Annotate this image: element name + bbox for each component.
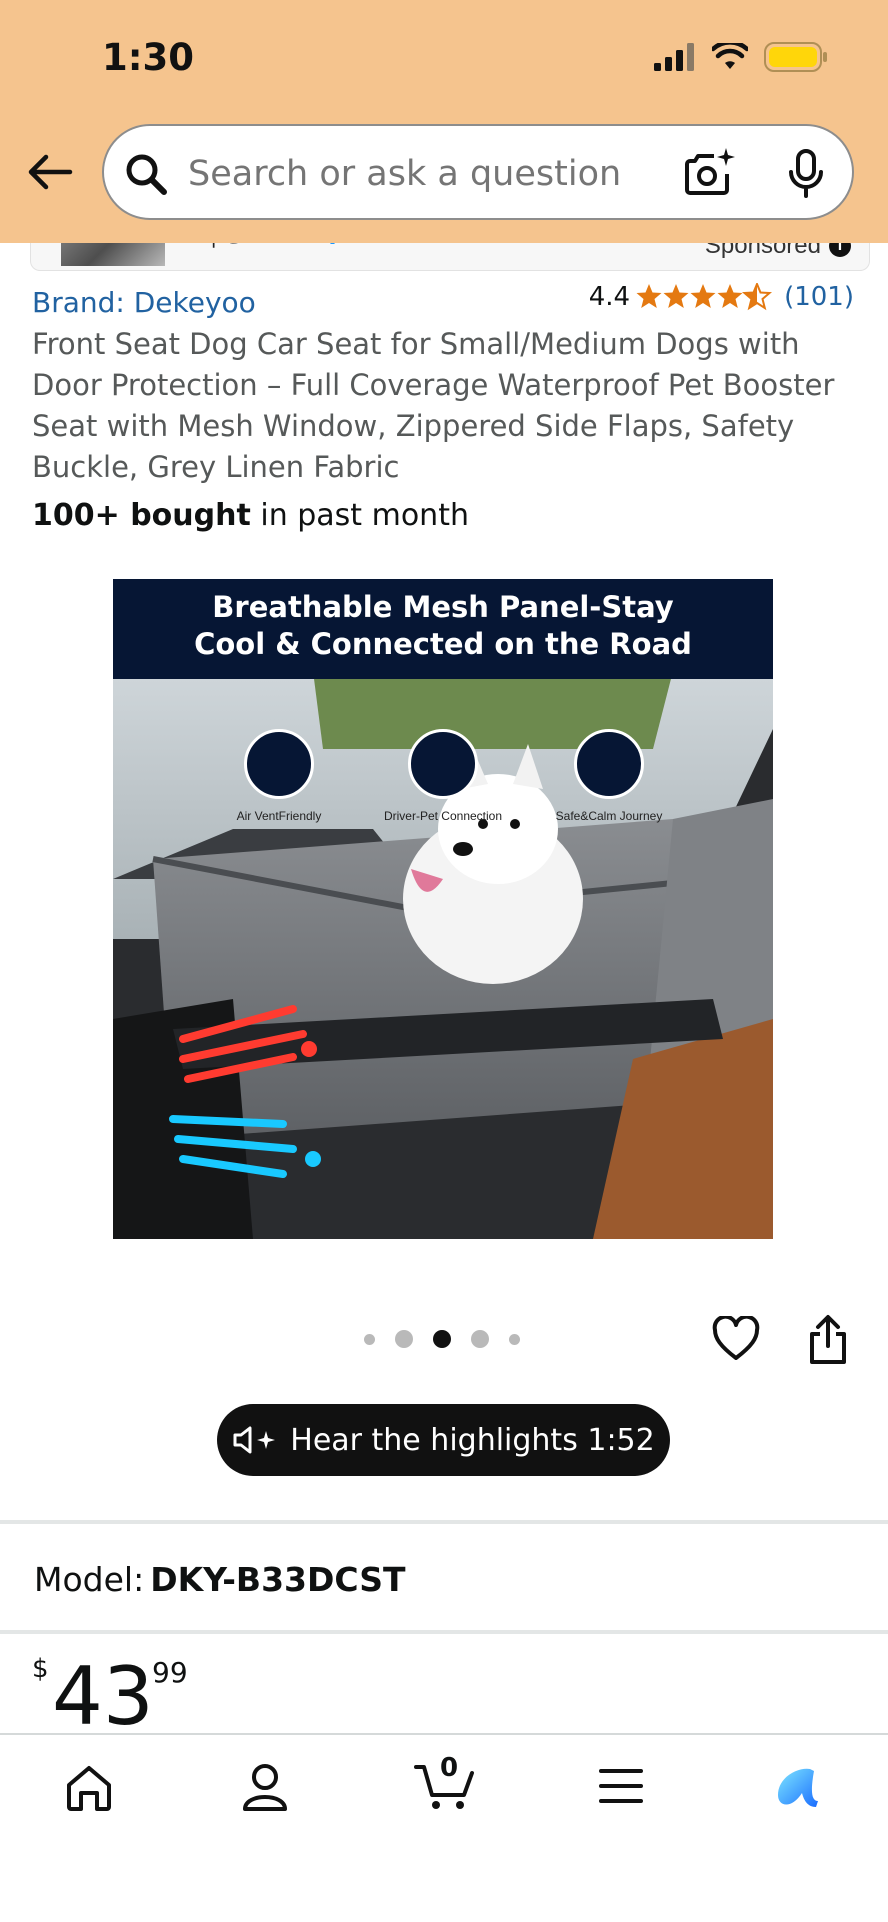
feature-label: Safe&Calm Journey bbox=[555, 809, 663, 823]
share-icon bbox=[810, 1315, 846, 1364]
price-whole: 43 bbox=[52, 1650, 154, 1743]
wishlist-button[interactable] bbox=[712, 1314, 760, 1367]
search-input[interactable] bbox=[188, 154, 628, 194]
bottom-navigation: 0 bbox=[0, 1733, 888, 1922]
price-symbol: $ bbox=[32, 1654, 49, 1684]
status-icons bbox=[654, 42, 828, 72]
speaker-sparkle-icon bbox=[233, 1426, 276, 1454]
feature-air-vent: Air VentFriendly bbox=[199, 729, 359, 823]
heart-icon bbox=[712, 1314, 760, 1360]
carousel-dot[interactable] bbox=[471, 1330, 489, 1348]
microphone-icon[interactable] bbox=[786, 148, 826, 200]
section-divider bbox=[0, 1630, 888, 1634]
review-count-link[interactable]: (101) bbox=[784, 282, 854, 312]
carousel-dot-active[interactable] bbox=[433, 1330, 451, 1348]
cellular-signal-icon bbox=[654, 43, 694, 71]
nav-home[interactable] bbox=[64, 1763, 114, 1818]
model-label: Model: bbox=[34, 1560, 145, 1599]
hear-highlights-label: Hear the highlights 1:52 bbox=[290, 1422, 655, 1458]
banner-line-2: Cool & Connected on the Road bbox=[194, 627, 692, 661]
connection-icon bbox=[408, 729, 478, 799]
bought-summary: 100+ bought in past month bbox=[32, 498, 469, 533]
cart-count: 0 bbox=[440, 1753, 459, 1783]
image-carousel-dots[interactable] bbox=[364, 1330, 520, 1348]
feature-driver-pet: Driver-Pet Connection bbox=[363, 729, 523, 823]
status-time: 1:30 bbox=[102, 36, 195, 79]
banner-line-1: Breathable Mesh Panel-Stay bbox=[212, 590, 674, 624]
hear-highlights-button[interactable]: Hear the highlights 1:52 bbox=[217, 1404, 670, 1476]
share-button[interactable] bbox=[806, 1314, 850, 1371]
person-icon bbox=[243, 1764, 287, 1811]
feature-safe-calm: Safe&Calm Journey bbox=[529, 729, 689, 823]
camera-search-icon[interactable] bbox=[684, 146, 736, 198]
menu-icon bbox=[599, 1769, 643, 1803]
top-header: 1:30 bbox=[0, 0, 888, 243]
rufus-ai-icon bbox=[778, 1768, 818, 1807]
model-row: Model: DKY-B33DCST bbox=[34, 1560, 406, 1599]
nav-cart[interactable]: 0 bbox=[414, 1753, 476, 1818]
star-rating-icon bbox=[636, 283, 771, 309]
price-fraction: 99 bbox=[152, 1656, 188, 1689]
bought-period: in past month bbox=[250, 498, 469, 533]
search-icon bbox=[126, 154, 167, 195]
back-button[interactable] bbox=[26, 152, 76, 196]
air-vent-icon bbox=[244, 729, 314, 799]
rating-value: 4.4 bbox=[588, 282, 631, 312]
back-arrow-icon bbox=[28, 154, 73, 190]
carousel-dot[interactable] bbox=[364, 1333, 375, 1345]
shield-check-icon bbox=[574, 729, 644, 799]
rating-summary[interactable]: 4.4 (101) bbox=[589, 282, 854, 312]
section-divider bbox=[0, 1520, 888, 1524]
product-photo bbox=[113, 579, 773, 1239]
home-icon bbox=[67, 1766, 111, 1811]
product-title: Front Seat Dog Car Seat for Small/Medium… bbox=[32, 327, 835, 484]
wifi-icon bbox=[712, 43, 748, 69]
product-image[interactable]: Breathable Mesh Panel-Stay Cool & Connec… bbox=[113, 579, 773, 1239]
feature-label: Air VentFriendly bbox=[236, 809, 322, 823]
nav-account[interactable] bbox=[242, 1763, 288, 1818]
nav-menu[interactable] bbox=[598, 1763, 644, 1814]
carousel-dot[interactable] bbox=[509, 1333, 520, 1345]
carousel-dot[interactable] bbox=[395, 1330, 413, 1348]
bought-count: 100+ bought bbox=[32, 498, 251, 533]
battery-icon bbox=[764, 42, 827, 72]
brand-link[interactable]: Brand: Dekeyoo bbox=[32, 286, 256, 319]
image-banner: Breathable Mesh Panel-Stay Cool & Connec… bbox=[113, 579, 773, 671]
feature-label: Driver-Pet Connection bbox=[383, 809, 503, 823]
nav-rufus[interactable] bbox=[770, 1763, 822, 1818]
search-bar[interactable] bbox=[102, 124, 854, 220]
model-value: DKY-B33DCST bbox=[150, 1560, 406, 1599]
